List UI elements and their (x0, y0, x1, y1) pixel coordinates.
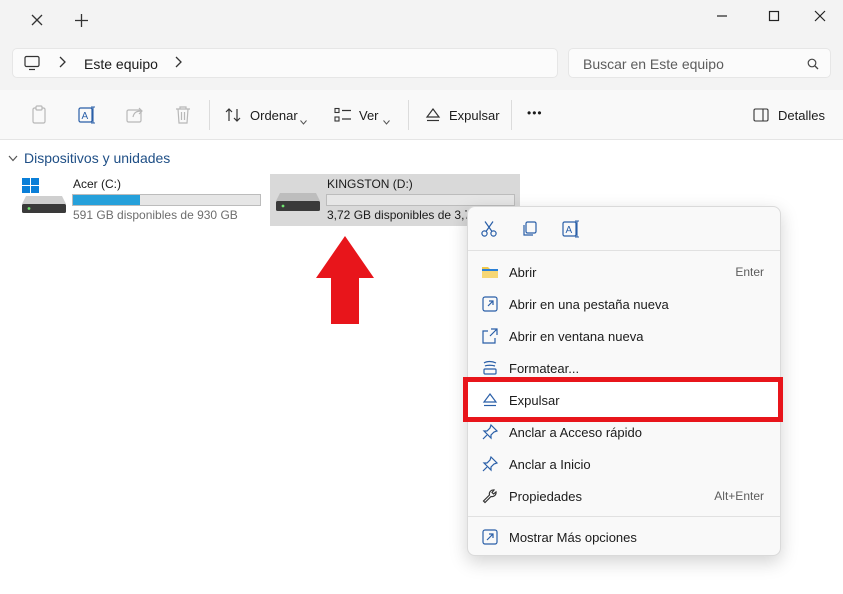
menu-item-pin-quick-access[interactable]: Anclar a Acceso rápido (478, 417, 772, 447)
close-window-button[interactable] (805, 4, 835, 28)
eject-label: Expulsar (449, 108, 500, 123)
minimize-icon (717, 15, 727, 17)
menu-item-shortcut: Alt+Enter (714, 489, 764, 503)
share-button[interactable] (124, 104, 146, 126)
rename-icon: A (78, 106, 95, 124)
drive-free-space: 3,72 GB disponibles de 3,72 (327, 208, 467, 222)
svg-text:A: A (566, 225, 573, 236)
new-window-icon (480, 326, 500, 346)
drive-name: KINGSTON (D:) (327, 177, 413, 191)
more-options-button[interactable]: ••• (527, 106, 543, 120)
toolbar-divider (209, 100, 210, 130)
eject-icon (480, 390, 500, 410)
chevron-down-icon (383, 112, 390, 130)
menu-item-label: Anclar a Inicio (509, 456, 591, 472)
view-label: Ver (359, 108, 379, 123)
more-options-icon (480, 527, 500, 547)
menu-item-label: Formatear... (509, 360, 580, 376)
close-icon (31, 14, 43, 26)
rename-button[interactable]: A (76, 104, 98, 126)
details-pane-icon (753, 108, 769, 127)
pin-icon (480, 454, 500, 474)
menu-item-open-new-window[interactable]: Abrir en ventana nueva (478, 321, 772, 351)
drive-usage-bar (326, 194, 515, 206)
svg-text:A: A (82, 111, 89, 122)
pin-icon (480, 422, 500, 442)
menu-item-label: Anclar a Acceso rápido (509, 424, 642, 440)
search-placeholder: Buscar en Este equipo (583, 56, 724, 72)
copy-icon (523, 221, 537, 236)
menu-item-eject[interactable]: Expulsar (478, 385, 772, 415)
devices-section-header[interactable]: Dispositivos y unidades (8, 150, 170, 166)
paste-icon (32, 105, 46, 124)
rename-icon: A (562, 220, 579, 238)
format-icon (480, 358, 500, 378)
menu-divider (468, 250, 780, 251)
search-icon[interactable] (807, 57, 819, 75)
delete-button[interactable] (172, 104, 194, 126)
chevron-right-icon[interactable] (57, 55, 67, 74)
menu-item-shortcut: Enter (735, 265, 764, 279)
paste-button[interactable] (28, 104, 50, 126)
rename-button[interactable]: A (561, 219, 581, 244)
chevron-down-icon (300, 112, 307, 130)
copy-button[interactable] (521, 220, 539, 243)
maximize-button[interactable] (759, 4, 789, 28)
red-arrow-annotation (316, 236, 374, 324)
hard-drive-icon (276, 190, 320, 217)
scissors-icon (481, 221, 497, 237)
menu-divider (468, 516, 780, 517)
minimize-button[interactable] (707, 4, 737, 28)
toolbar-divider (408, 100, 409, 130)
chevron-right-icon[interactable] (173, 55, 183, 74)
details-label: Detalles (778, 108, 825, 123)
menu-item-label: Mostrar Más opciones (509, 529, 637, 545)
section-title: Dispositivos y unidades (24, 150, 171, 166)
close-window-icon (814, 10, 826, 22)
menu-item-label: Propiedades (509, 488, 582, 504)
menu-item-properties[interactable]: Propiedades Alt+Enter (478, 481, 772, 511)
menu-item-label: Abrir en una pestaña nueva (509, 296, 669, 312)
share-icon (126, 107, 143, 123)
maximize-icon (768, 10, 780, 22)
chevron-down-icon (8, 155, 18, 161)
new-tab-button[interactable] (70, 9, 92, 31)
sort-label: Ordenar (250, 108, 298, 123)
menu-item-label: Abrir (509, 264, 537, 280)
sort-icon (225, 107, 243, 128)
eject-icon (425, 107, 441, 128)
new-tab-icon (480, 294, 500, 314)
menu-item-open-new-tab[interactable]: Abrir en una pestaña nueva (478, 289, 772, 319)
hard-drive-icon (22, 196, 66, 219)
drive-usage-bar (72, 194, 261, 206)
cut-button[interactable] (480, 220, 498, 243)
close-tab-button[interactable] (27, 10, 47, 30)
plus-icon (74, 13, 88, 27)
drive-free-space: 591 GB disponibles de 930 GB (73, 208, 238, 222)
folder-icon (480, 262, 500, 282)
wrench-icon (480, 486, 500, 506)
menu-item-label: Abrir en ventana nueva (509, 328, 644, 344)
view-icon (334, 107, 352, 128)
breadcrumb-location[interactable]: Este equipo (84, 56, 158, 72)
menu-item-open[interactable]: Abrir Enter (478, 257, 772, 287)
computer-icon (24, 55, 40, 76)
menu-item-more-options[interactable]: Mostrar Más opciones (478, 522, 772, 552)
drive-name: Acer (C:) (73, 177, 121, 191)
trash-icon (176, 106, 190, 124)
menu-item-label: Expulsar (509, 392, 560, 408)
toolbar-divider (511, 100, 512, 130)
drive-usage-fill (73, 195, 141, 205)
menu-item-pin-start[interactable]: Anclar a Inicio (478, 449, 772, 479)
